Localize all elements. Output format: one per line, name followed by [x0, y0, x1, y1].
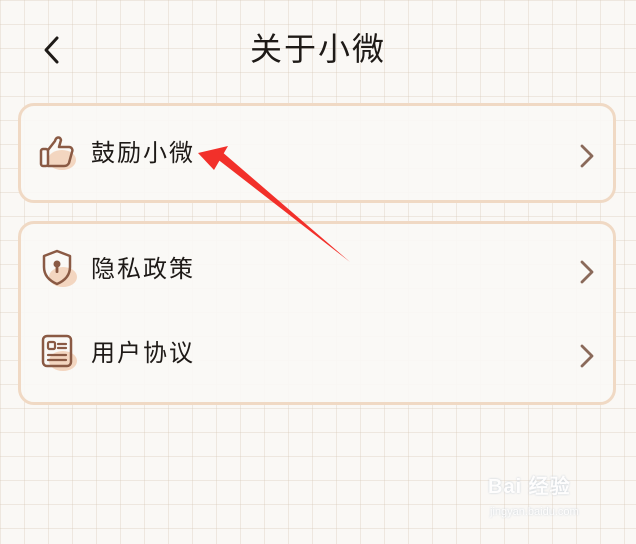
id-card-icon — [41, 334, 77, 371]
list-item-label: 鼓励小微 — [91, 139, 195, 167]
chevron-right-icon — [580, 344, 594, 368]
watermark: Bai 经验 jingyan.baidu.com — [488, 470, 608, 530]
header-bar: 关于小微 — [0, 0, 636, 100]
chevron-right-icon — [580, 260, 594, 284]
chevron-right-icon — [580, 144, 594, 168]
page-title: 关于小微 — [249, 30, 386, 68]
watermark-site: jingyan.baidu.com — [490, 506, 579, 518]
list-item-encourage[interactable]: 鼓励小微 — [21, 114, 613, 198]
thumbs-up-icon — [39, 136, 76, 170]
card-encourage: 鼓励小微 — [18, 103, 616, 203]
baidu-jingyan-logo: Bai 经验 — [488, 476, 571, 498]
card-legal: 隐私政策 用户协议 — [18, 221, 616, 405]
list-item-privacy-policy[interactable]: 隐私政策 — [21, 230, 613, 314]
shield-keyhole-icon — [42, 249, 77, 287]
list-item-label: 隐私政策 — [91, 255, 195, 283]
list-item-user-agreement[interactable]: 用户协议 — [21, 314, 613, 398]
list-item-label: 用户协议 — [91, 339, 195, 367]
